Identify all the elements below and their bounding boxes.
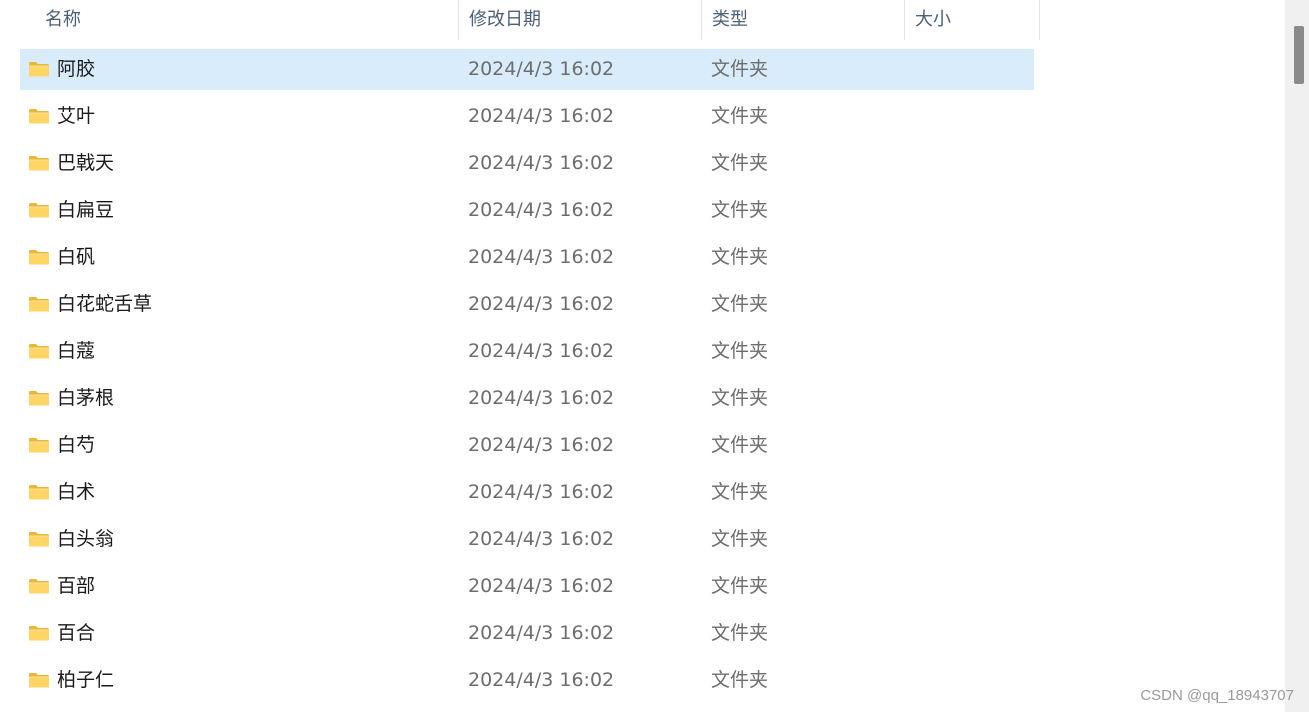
file-name: 巴戟天: [57, 152, 115, 174]
watermark: CSDN @qq_18943707: [1140, 687, 1294, 704]
file-name: 白矾: [57, 246, 96, 268]
file-type: 文件夹: [711, 387, 769, 409]
column-header-bar: 名称 ^ 修改日期 类型 大小: [0, 0, 1040, 42]
file-row[interactable]: 百合 2024/4/3 16:02 文件夹: [20, 613, 1034, 654]
file-modified-date: 2024/4/3 16:02: [468, 622, 615, 644]
file-type: 文件夹: [711, 199, 769, 221]
folder-icon: [28, 625, 50, 641]
file-type: 文件夹: [711, 105, 769, 127]
file-modified-date: 2024/4/3 16:02: [468, 387, 615, 409]
file-type: 文件夹: [711, 669, 769, 691]
file-name: 白茅根: [57, 387, 115, 409]
folder-icon: [28, 202, 50, 218]
file-row[interactable]: 巴戟天 2024/4/3 16:02 文件夹: [20, 143, 1034, 184]
folder-icon: [28, 484, 50, 500]
folder-icon: [28, 249, 50, 265]
folder-icon: [28, 578, 50, 594]
file-explorer: 名称 ^ 修改日期 类型 大小 阿胶2024/4/3 16:02文件夹艾叶202…: [0, 0, 1309, 712]
file-name: 百部: [57, 575, 96, 597]
file-row[interactable]: 白茅根 2024/4/3 16:02 文件夹: [20, 378, 1034, 419]
column-header-size[interactable]: 大小: [904, 0, 1040, 40]
file-modified-date: 2024/4/3 16:02: [468, 340, 615, 362]
file-row[interactable]: 阿胶 2024/4/3 16:02 文件夹: [20, 49, 1034, 90]
folder-icon: [28, 390, 50, 406]
file-type: 文件夹: [711, 481, 769, 503]
folder-icon: [28, 531, 50, 547]
file-row[interactable]: 白蔻 2024/4/3 16:02 文件夹: [20, 331, 1034, 372]
column-header-type[interactable]: 类型: [701, 0, 904, 40]
scrollbar-thumb[interactable]: [1294, 26, 1304, 84]
folder-icon: [28, 343, 50, 359]
file-type: 文件夹: [711, 434, 769, 456]
column-header-name-label: 名称: [45, 9, 81, 30]
file-row[interactable]: 白芍 2024/4/3 16:02 文件夹: [20, 425, 1034, 466]
vertical-scrollbar[interactable]: [1285, 0, 1309, 712]
file-name: 白蔻: [57, 340, 96, 362]
file-row[interactable]: 白矾 2024/4/3 16:02 文件夹: [20, 237, 1034, 278]
file-name: 白花蛇舌草: [57, 293, 153, 315]
file-name: 白头翁: [57, 528, 115, 550]
file-type: 文件夹: [711, 622, 769, 644]
file-name: 柏子仁: [57, 669, 115, 691]
sort-ascending-icon: ^: [260, 0, 272, 7]
folder-icon: [28, 108, 50, 124]
folder-icon: [28, 296, 50, 312]
file-row[interactable]: 百部 2024/4/3 16:02 文件夹: [20, 566, 1034, 607]
file-type: 文件夹: [711, 152, 769, 174]
file-type: 文件夹: [711, 293, 769, 315]
folder-icon: [28, 155, 50, 171]
file-name: 阿胶: [57, 58, 96, 80]
file-type: 文件夹: [711, 575, 769, 597]
file-modified-date: 2024/4/3 16:02: [468, 246, 615, 268]
file-name: 白术: [57, 481, 96, 503]
file-row[interactable]: 柏子仁 2024/4/3 16:02 文件夹: [20, 660, 1034, 701]
file-type: 文件夹: [711, 246, 769, 268]
file-modified-date: 2024/4/3 16:02: [468, 434, 615, 456]
file-modified-date: 2024/4/3 16:02: [468, 199, 615, 221]
column-header-name[interactable]: 名称 ^: [20, 0, 458, 40]
file-modified-date: 2024/4/3 16:02: [468, 152, 615, 174]
file-name: 百合: [57, 622, 96, 644]
file-modified-date: 2024/4/3 16:02: [468, 669, 615, 691]
file-modified-date: 2024/4/3 16:02: [468, 293, 615, 315]
column-header-date[interactable]: 修改日期: [458, 0, 701, 40]
file-row[interactable]: 艾叶 2024/4/3 16:02 文件夹: [20, 96, 1034, 137]
file-type: 文件夹: [711, 340, 769, 362]
file-row[interactable]: 白术 2024/4/3 16:02 文件夹: [20, 472, 1034, 513]
file-list: 阿胶 2024/4/3 16:02 文件夹 艾叶 2024/4/3 16:02 文件夹 巴戟…: [20, 49, 1034, 707]
file-type: 文件夹: [711, 58, 769, 80]
file-name: 艾叶: [57, 105, 96, 127]
file-type: 文件夹: [711, 528, 769, 550]
file-row[interactable]: 白头翁 2024/4/3 16:02 文件夹: [20, 519, 1034, 560]
file-row[interactable]: 白花蛇舌草 2024/4/3 16:02 文件夹: [20, 284, 1034, 325]
file-modified-date: 2024/4/3 16:02: [468, 58, 615, 80]
file-modified-date: 2024/4/3 16:02: [468, 575, 615, 597]
folder-icon: [28, 672, 50, 688]
file-modified-date: 2024/4/3 16:02: [468, 105, 615, 127]
file-modified-date: 2024/4/3 16:02: [468, 481, 615, 503]
folder-icon: [28, 437, 50, 453]
file-modified-date: 2024/4/3 16:02: [468, 528, 615, 550]
folder-icon: [28, 61, 50, 77]
file-name: 白扁豆: [57, 199, 115, 221]
file-name: 白芍: [57, 434, 96, 456]
file-row[interactable]: 白扁豆 2024/4/3 16:02 文件夹: [20, 190, 1034, 231]
